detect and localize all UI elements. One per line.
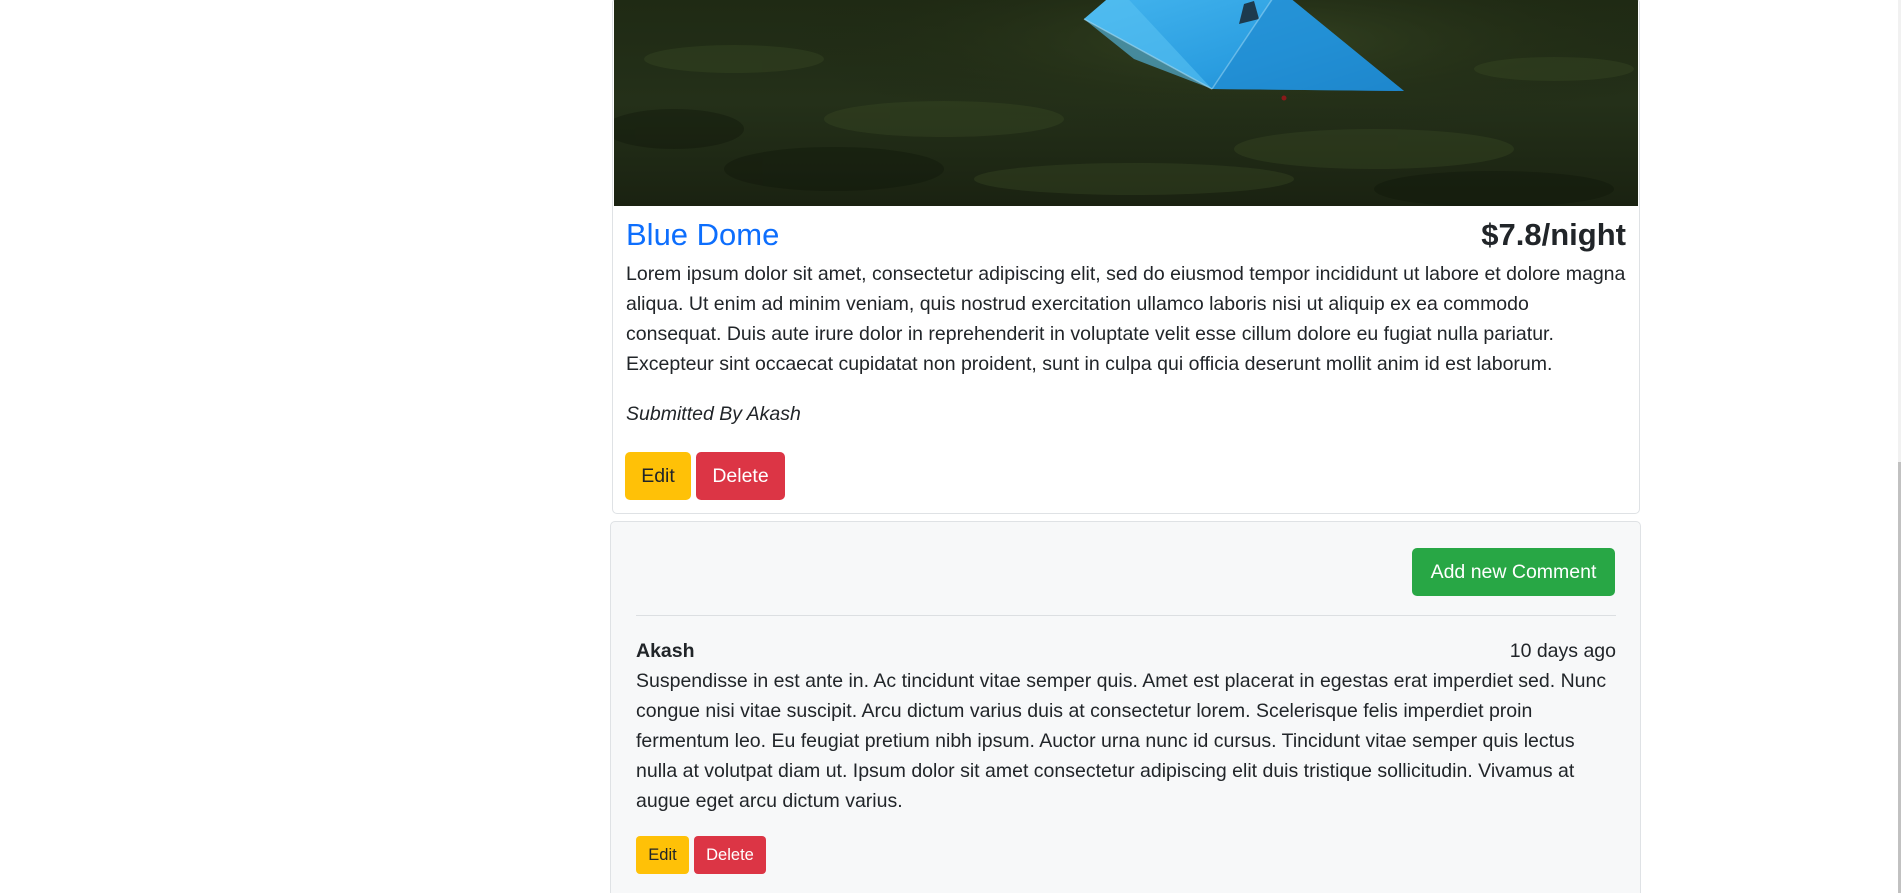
submitted-by: Submitted By Akash <box>626 403 801 425</box>
comment-header: Akash 10 days ago <box>636 636 1616 666</box>
campground-image <box>614 0 1638 206</box>
delete-campground-button[interactable]: Delete <box>696 452 785 500</box>
add-comment-button[interactable]: Add new Comment <box>1412 548 1615 596</box>
campground-title-link[interactable]: Blue Dome <box>626 215 779 255</box>
comment-actions: Edit Delete <box>636 836 766 874</box>
comment-author: Akash <box>636 640 695 662</box>
tent-photo <box>614 0 1638 206</box>
campground-actions: Edit Delete <box>625 452 785 500</box>
delete-comment-button[interactable]: Delete <box>694 836 766 874</box>
comment-item: Akash 10 days ago Suspendisse in est ant… <box>636 636 1616 816</box>
edit-comment-button[interactable]: Edit <box>636 836 689 874</box>
campground-card: Blue Dome $7.8/night Lorem ipsum dolor s… <box>612 0 1640 514</box>
edit-campground-button[interactable]: Edit <box>625 452 691 500</box>
comment-timestamp: 10 days ago <box>1509 640 1616 662</box>
comment-text: Suspendisse in est ante in. Ac tincidunt… <box>636 670 1607 812</box>
campground-price: $7.8/night <box>1481 217 1626 252</box>
campground-card-body: Blue Dome $7.8/night Lorem ipsum dolor s… <box>626 211 1626 429</box>
title-row: Blue Dome $7.8/night <box>626 211 1626 259</box>
comments-divider <box>636 615 1616 616</box>
campground-description: Lorem ipsum dolor sit amet, consectetur … <box>626 263 1626 375</box>
page: Blue Dome $7.8/night Lorem ipsum dolor s… <box>0 0 1901 893</box>
